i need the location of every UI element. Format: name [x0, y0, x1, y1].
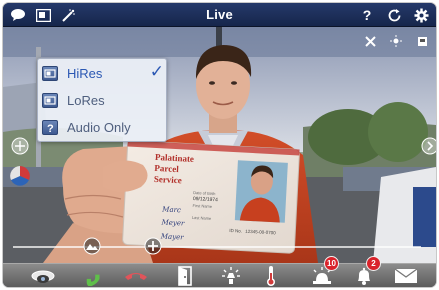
- door-open-icon: [178, 266, 194, 286]
- id-card-first-name-label: First Name: [192, 203, 213, 209]
- page-title: Live: [206, 7, 233, 22]
- bottom-toolbar: 10 2: [3, 256, 436, 287]
- id-card-signature: Mayer: [160, 232, 185, 241]
- envelope-icon: [394, 268, 418, 284]
- notification-count-badge: 10: [324, 256, 339, 271]
- top-bar: Live ?: [3, 3, 436, 27]
- id-card-last-name-label: Last Name: [192, 215, 212, 221]
- video-quality-icon[interactable]: [34, 6, 52, 24]
- light-icon: [221, 266, 241, 286]
- id-card-license-label: ID No.: [229, 228, 242, 234]
- quality-menu-item-label: Audio Only: [67, 120, 131, 135]
- chat-bubble-icon[interactable]: [9, 6, 27, 24]
- id-card-header-1: Palatinate: [155, 152, 194, 164]
- help-question-icon: ?: [42, 120, 58, 135]
- camera-dome-icon: [31, 267, 55, 285]
- id-card-first-name: Marc: [161, 205, 181, 214]
- phone-hangup-icon: [124, 267, 148, 285]
- toolbar-alarm-button[interactable]: 10: [307, 256, 339, 287]
- zoom-in-icon[interactable]: [144, 237, 162, 255]
- toolbar-light-button[interactable]: [216, 265, 246, 287]
- id-card-header-2: Parcel: [154, 163, 179, 174]
- quality-menu-item[interactable]: LoRes: [38, 87, 168, 115]
- brightness-icon[interactable]: [388, 33, 404, 49]
- phone-accept-icon: [80, 266, 102, 286]
- video-overlay-controls: [362, 33, 430, 49]
- refresh-icon[interactable]: [385, 6, 403, 24]
- quality-dropdown-menu: HiRes ✓ LoRes? Audio Only: [37, 58, 167, 142]
- toolbar-hangup-button[interactable]: [121, 265, 151, 287]
- pan-left-icon[interactable]: [11, 137, 29, 155]
- help-icon[interactable]: ?: [358, 6, 376, 24]
- zoom-tool-icon[interactable]: [59, 6, 77, 24]
- app-frame: Live ? Palatinate Parcel Service Date of…: [3, 3, 436, 287]
- live-camera-view[interactable]: Palatinate Parcel Service Date of Birth …: [3, 27, 436, 263]
- video-frame-icon: [42, 66, 58, 81]
- fullscreen-icon[interactable]: [362, 33, 378, 49]
- id-card-last-name: Meyer: [160, 218, 185, 227]
- toolbar-temperature-button[interactable]: [256, 265, 286, 287]
- thermometer-icon: [265, 265, 277, 287]
- toolbar-door-button[interactable]: [171, 265, 201, 287]
- toolbar-camera-dome-button[interactable]: [28, 265, 58, 287]
- checkmark-icon: ✓: [149, 62, 164, 81]
- quality-menu-item[interactable]: HiRes ✓: [38, 60, 168, 88]
- toolbar-messages-button[interactable]: [391, 265, 421, 287]
- timeline-track[interactable]: [13, 246, 421, 248]
- pan-right-icon[interactable]: [421, 137, 436, 155]
- mountain-mode-icon[interactable]: [83, 237, 101, 255]
- settings-gear-icon[interactable]: [412, 6, 430, 24]
- color-wheel-icon[interactable]: [9, 165, 31, 187]
- toolbar-call-button[interactable]: [76, 265, 106, 287]
- quality-menu-item-label: LoRes: [67, 93, 105, 108]
- quality-menu-item[interactable]: ? Audio Only: [38, 114, 168, 142]
- video-frame-icon: [42, 93, 58, 108]
- snapshot-icon[interactable]: [414, 33, 430, 49]
- svg-text:?: ?: [47, 123, 54, 134]
- id-card-header-3: Service: [154, 174, 182, 185]
- toolbar-notifications-button[interactable]: 2: [349, 256, 381, 287]
- notification-count-badge: 2: [366, 256, 381, 271]
- quality-menu-item-label: HiRes: [67, 66, 103, 81]
